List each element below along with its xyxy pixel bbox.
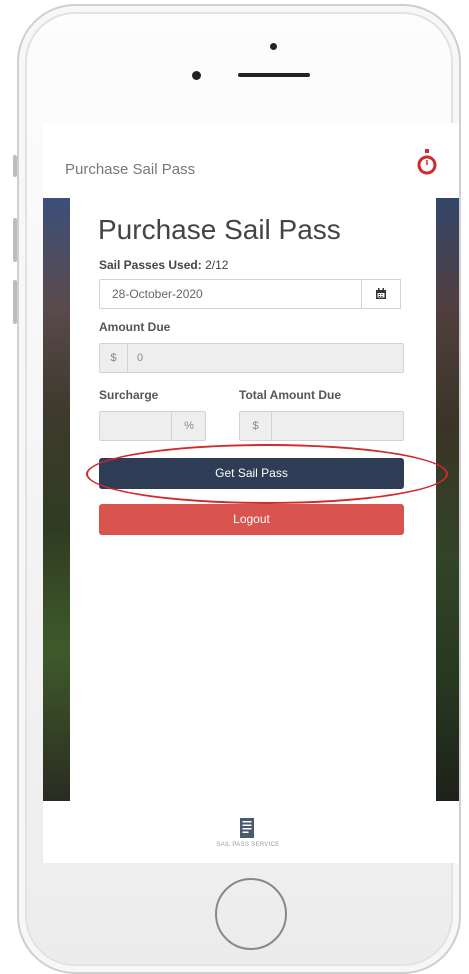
highlight-annotation: [86, 444, 448, 504]
amount-due-field: $ 0: [99, 343, 404, 373]
amount-due-label: Amount Due: [99, 320, 171, 334]
background-photo-left: [43, 198, 70, 801]
purchase-card: Purchase Sail Pass Sail Passes Used: 2/1…: [70, 198, 448, 801]
surcharge-field: %: [99, 411, 206, 441]
passes-used-label: Sail Passes Used:: [99, 258, 202, 272]
stopwatch-icon[interactable]: [417, 149, 437, 177]
bottom-nav: SAIL PASS SERVICE: [43, 801, 459, 863]
passes-used-value: 2/12: [205, 258, 229, 272]
mute-switch: [13, 155, 17, 177]
page-title: Purchase Sail Pass: [98, 214, 341, 245]
amount-value: 0: [137, 352, 144, 364]
passes-used: Sail Passes Used: 2/12: [99, 258, 228, 272]
surcharge-label: Surcharge: [99, 388, 159, 402]
app-header: Purchase Sail Pass: [43, 123, 459, 198]
front-camera: [192, 71, 201, 80]
home-button[interactable]: [215, 878, 287, 950]
background-photo-right: [436, 198, 459, 801]
total-amount-due-label: Total Amount Due: [239, 388, 341, 402]
phone-screen: Purchase Sail Pass Purchase Sail Pass Sa…: [43, 123, 459, 863]
volume-up-button: [13, 218, 17, 262]
document-icon[interactable]: [240, 818, 254, 838]
volume-down-button: [13, 280, 17, 324]
earpiece-speaker: [238, 73, 310, 77]
calendar-icon: [376, 288, 386, 299]
bottom-nav-label[interactable]: SAIL PASS SERVICE: [193, 842, 303, 848]
header-title: Purchase Sail Pass: [65, 161, 196, 178]
date-field[interactable]: 28-October-2020: [99, 279, 362, 309]
amount-currency: $: [100, 344, 128, 372]
logout-button[interactable]: Logout: [99, 504, 404, 535]
calendar-button[interactable]: [362, 279, 401, 309]
total-amount-field: $: [239, 411, 404, 441]
surcharge-unit: %: [171, 412, 206, 440]
total-currency: $: [240, 412, 272, 440]
front-sensor: [270, 43, 277, 50]
